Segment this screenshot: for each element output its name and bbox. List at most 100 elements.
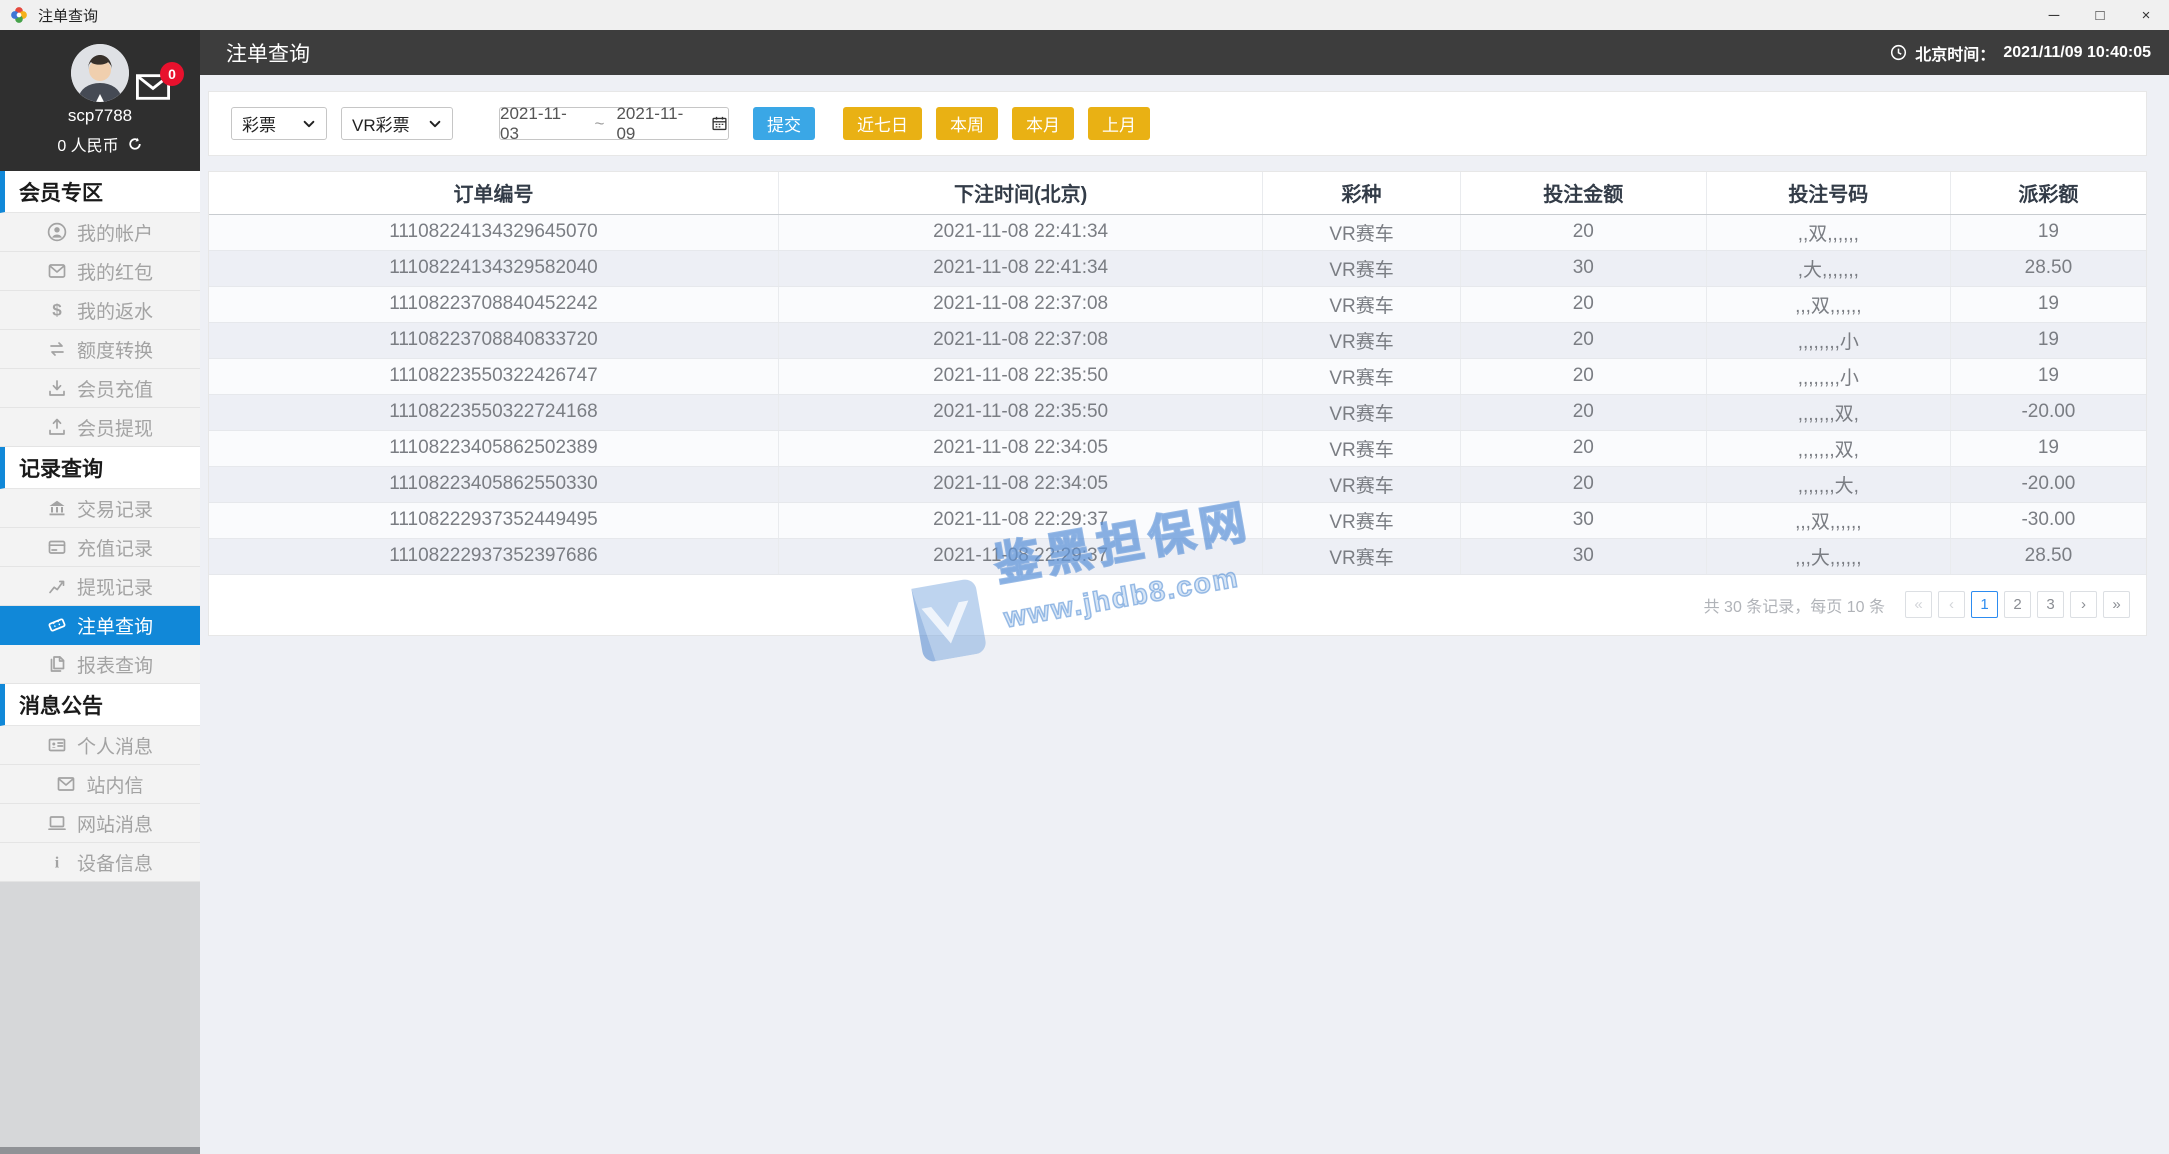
window-title: 注单查询 <box>38 5 98 26</box>
cell-amount: 20 <box>1460 430 1706 466</box>
page-button-page-2[interactable]: 2 <box>2004 591 2031 618</box>
quick-button-this-month[interactable]: 本月 <box>1012 107 1074 140</box>
quick-button-last-7-days[interactable]: 近七日 <box>843 107 922 140</box>
sidebar-item-transaction-records[interactable]: 交易记录 <box>0 489 200 528</box>
cell-order_no: 11108223550322426747 <box>209 358 778 394</box>
lottery-type-value: VR彩票 <box>352 111 410 136</box>
cell-lottery: VR赛车 <box>1263 286 1461 322</box>
idcard-icon <box>47 735 67 755</box>
table-row: 111082234058625503302021-11-08 22:34:05V… <box>209 466 2146 502</box>
cell-payout: -20.00 <box>1950 466 2146 502</box>
sidebar-item-personal-messages[interactable]: 个人消息 <box>0 726 200 765</box>
svg-text:$: $ <box>52 301 62 320</box>
cell-payout: 19 <box>1950 358 2146 394</box>
window-titlebar: 注单查询 ─□× <box>0 0 2169 30</box>
sidebar-item-deposit-records[interactable]: 充值记录 <box>0 528 200 567</box>
card-icon <box>47 537 67 557</box>
cell-numbers: ,,,,,,,双, <box>1706 430 1950 466</box>
cell-order_no: 11108224134329645070 <box>209 214 778 250</box>
cell-bet_time: 2021-11-08 22:37:08 <box>778 322 1262 358</box>
refresh-icon[interactable] <box>127 136 143 152</box>
table-row: 111082229373523976862021-11-08 22:29:37V… <box>209 538 2146 574</box>
quick-button-this-week[interactable]: 本周 <box>936 107 998 140</box>
cell-order_no: 11108223550322724168 <box>209 394 778 430</box>
sidebar-item-label: 我的帐户 <box>77 219 153 246</box>
close-button[interactable]: × <box>2123 0 2169 30</box>
sidebar-item-my-rebate[interactable]: $ 我的返水 <box>0 291 200 330</box>
sidebar-section-message-announce: 消息公告 <box>0 684 200 726</box>
dollar-icon: $ <box>47 300 67 320</box>
col-header-order_no: 订单编号 <box>209 172 778 214</box>
table-row: 111082237088404522422021-11-08 22:37:08V… <box>209 286 2146 322</box>
cell-lottery: VR赛车 <box>1263 502 1461 538</box>
deposit-icon <box>47 378 67 398</box>
sidebar-item-label: 注单查询 <box>77 612 153 639</box>
cell-amount: 20 <box>1460 322 1706 358</box>
horizontal-scrollbar[interactable] <box>0 1147 200 1154</box>
cell-numbers: ,,,,,,,,小 <box>1706 358 1950 394</box>
col-header-amount: 投注金额 <box>1460 172 1706 214</box>
sidebar-item-my-redpacket[interactable]: 我的红包 <box>0 252 200 291</box>
sidebar-item-withdraw-records[interactable]: 提现记录 <box>0 567 200 606</box>
sidebar: 0 scp7788 0 人民币 会员专区我的帐户我的红包$我的返水额度转换会员充… <box>0 30 200 1154</box>
sidebar-item-website-messages[interactable]: 网站消息 <box>0 804 200 843</box>
avatar[interactable] <box>71 44 129 102</box>
sidebar-item-credit-transfer[interactable]: 额度转换 <box>0 330 200 369</box>
page-button-last[interactable]: » <box>2103 591 2130 618</box>
cell-lottery: VR赛车 <box>1263 358 1461 394</box>
sidebar-item-label: 提现记录 <box>77 573 153 600</box>
submit-button[interactable]: 提交 <box>753 107 815 140</box>
app-body: 0 scp7788 0 人民币 会员专区我的帐户我的红包$我的返水额度转换会员充… <box>0 30 2169 1154</box>
sidebar-item-bet-query[interactable]: 注单查询 <box>0 606 200 645</box>
cell-lottery: VR赛车 <box>1263 250 1461 286</box>
cell-amount: 30 <box>1460 538 1706 574</box>
chevron-down-icon <box>428 117 442 131</box>
cell-payout: 28.50 <box>1950 538 2146 574</box>
sidebar-item-label: 站内信 <box>86 771 143 798</box>
calendar-icon <box>711 115 728 132</box>
cell-order_no: 11108222937352397686 <box>209 538 778 574</box>
page-button-page-1[interactable]: 1 <box>1971 591 1998 618</box>
cell-payout: 19 <box>1950 214 2146 250</box>
window-controls: ─□× <box>2031 0 2169 30</box>
cell-lottery: VR赛车 <box>1263 214 1461 250</box>
page-header: 注单查询 北京时间：2021/11/09 10:40:05 <box>200 30 2169 75</box>
quick-button-last-month[interactable]: 上月 <box>1088 107 1150 140</box>
sidebar-item-report-query[interactable]: 报表查询 <box>0 645 200 684</box>
sidebar-item-label: 报表查询 <box>77 651 153 678</box>
lottery-category-select[interactable]: 彩票 <box>231 107 327 140</box>
page-button-first[interactable]: « <box>1905 591 1932 618</box>
sidebar-item-label: 我的返水 <box>77 297 153 324</box>
ticket-icon <box>47 615 67 635</box>
clock-icon <box>1890 44 1907 61</box>
filter-bar: 彩票 VR彩票 2021-11-03 ~ 2021-11-09 <box>208 91 2147 156</box>
cell-bet_time: 2021-11-08 22:37:08 <box>778 286 1262 322</box>
col-header-bet_time: 下注时间(北京) <box>778 172 1262 214</box>
cell-numbers: ,,,,,,,,小 <box>1706 322 1950 358</box>
page-button-next[interactable]: › <box>2070 591 2097 618</box>
page-button-prev[interactable]: ‹ <box>1938 591 1965 618</box>
sidebar-item-label: 会员提现 <box>77 414 153 441</box>
cell-bet_time: 2021-11-08 22:35:50 <box>778 358 1262 394</box>
lottery-type-select[interactable]: VR彩票 <box>341 107 453 140</box>
cell-lottery: VR赛车 <box>1263 394 1461 430</box>
sidebar-item-site-mail[interactable]: 站内信 <box>0 765 200 804</box>
page-button-page-3[interactable]: 3 <box>2037 591 2064 618</box>
mail-notification[interactable]: 0 <box>136 74 170 100</box>
sidebar-item-label: 个人消息 <box>77 732 153 759</box>
sidebar-item-label: 会员充值 <box>77 375 153 402</box>
cell-order_no: 11108224134329582040 <box>209 250 778 286</box>
cell-amount: 20 <box>1460 358 1706 394</box>
cell-numbers: ,,,,,,,大, <box>1706 466 1950 502</box>
cell-bet_time: 2021-11-08 22:41:34 <box>778 250 1262 286</box>
sidebar-item-member-withdraw[interactable]: 会员提现 <box>0 408 200 447</box>
maximize-button[interactable]: □ <box>2077 0 2123 30</box>
minimize-button[interactable]: ─ <box>2031 0 2077 30</box>
sidebar-item-device-info[interactable]: i设备信息 <box>0 843 200 882</box>
sidebar-item-my-account[interactable]: 我的帐户 <box>0 213 200 252</box>
sidebar-item-label: 充值记录 <box>77 534 153 561</box>
table-row: 111082241343296450702021-11-08 22:41:34V… <box>209 214 2146 250</box>
lottery-category-value: 彩票 <box>242 111 276 136</box>
date-range-input[interactable]: 2021-11-03 ~ 2021-11-09 <box>499 107 729 140</box>
sidebar-item-member-deposit[interactable]: 会员充值 <box>0 369 200 408</box>
